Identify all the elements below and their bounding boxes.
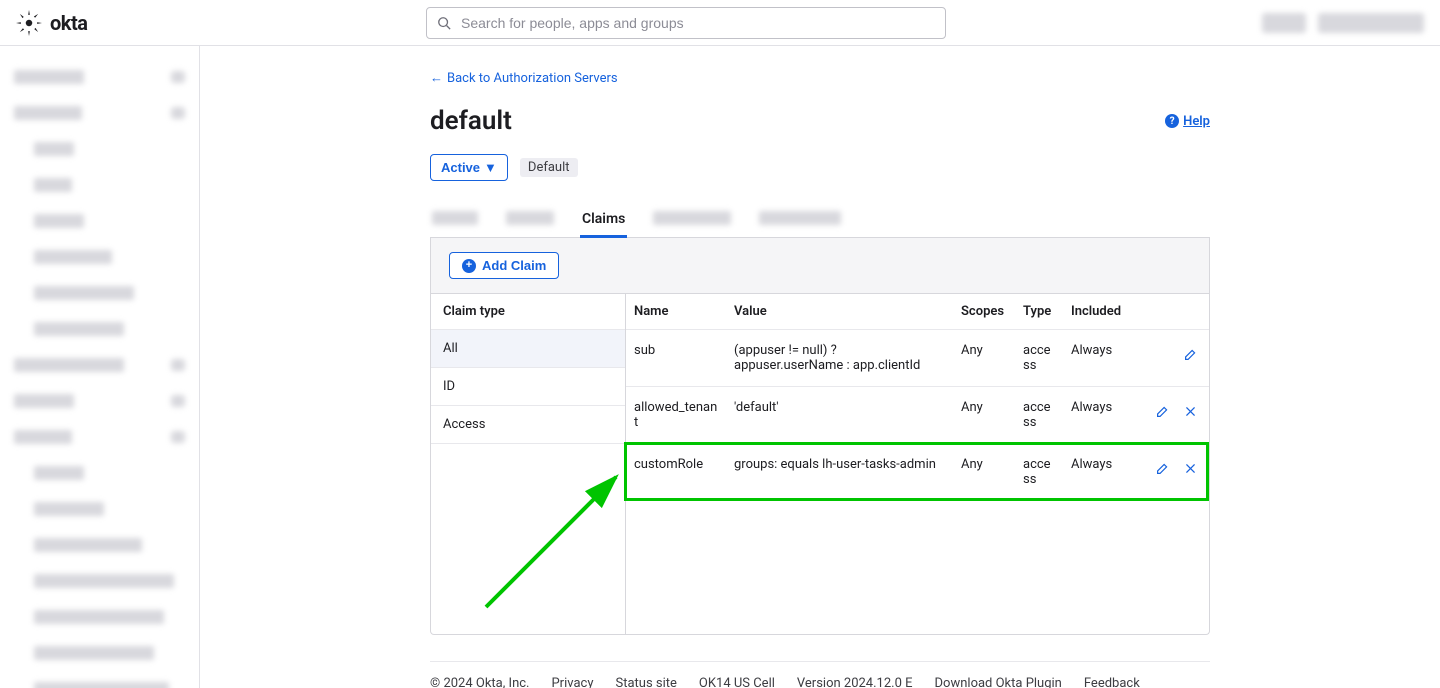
- footer: © 2024 Okta, Inc. Privacy Status site OK…: [430, 661, 1210, 688]
- claim-type-id[interactable]: ID: [431, 368, 625, 406]
- cell-included: Always: [1063, 444, 1135, 501]
- cell-scopes: Any: [953, 444, 1015, 501]
- topbar: okta: [0, 0, 1440, 46]
- cell-actions: [1135, 444, 1209, 501]
- page-title: default: [430, 106, 512, 136]
- tab-hidden-2[interactable]: xxxx: [504, 203, 556, 237]
- cell-value: groups: equals lh-user-tasks-admin: [726, 444, 953, 501]
- cell-type: access: [1015, 444, 1063, 501]
- footer-link[interactable]: Privacy: [551, 676, 593, 688]
- edit-icon[interactable]: [1179, 343, 1201, 365]
- claim-type-all[interactable]: All: [431, 330, 625, 368]
- okta-icon: [16, 10, 42, 36]
- tabs: xxxx xxxx Claims xxxxxxx xxxxxxxx: [430, 203, 1210, 238]
- table-row: sub(appuser != null) ? appuser.userName …: [626, 330, 1209, 387]
- sidebar[interactable]: [0, 46, 200, 688]
- col-scopes: Scopes: [953, 294, 1015, 330]
- col-type: Type: [1015, 294, 1063, 330]
- back-link[interactable]: ← Back to Authorization Servers: [430, 70, 618, 86]
- table-row: customRolegroups: equals lh-user-tasks-a…: [626, 444, 1209, 501]
- col-value: Value: [726, 294, 953, 330]
- back-link-label: Back to Authorization Servers: [447, 71, 618, 86]
- search-icon: [437, 16, 451, 30]
- help-icon: ?: [1165, 114, 1179, 128]
- cell-actions: [1135, 330, 1209, 387]
- claims-table: Name Value Scopes Type Included sub(appu…: [626, 294, 1209, 634]
- claim-type-header: Claim type: [431, 294, 625, 330]
- main-content: ← Back to Authorization Servers default …: [200, 46, 1440, 688]
- col-included: Included: [1063, 294, 1135, 330]
- tab-hidden-3[interactable]: xxxxxxx: [651, 203, 733, 237]
- tab-hidden-4[interactable]: xxxxxxxx: [757, 203, 843, 237]
- brand-logo[interactable]: okta: [16, 10, 426, 36]
- cell-actions: [1135, 387, 1209, 444]
- plus-icon: +: [462, 259, 476, 273]
- tab-claims-label: Claims: [582, 211, 625, 227]
- delete-icon[interactable]: [1179, 400, 1201, 422]
- cell-name: customRole: [626, 444, 726, 501]
- footer-link[interactable]: Feedback: [1084, 676, 1140, 688]
- cell-name: sub: [626, 330, 726, 387]
- table-row: allowed_tenant'default'AnyaccessAlways: [626, 387, 1209, 444]
- footer-link[interactable]: Download Okta Plugin: [935, 676, 1062, 688]
- cell-value: (appuser != null) ? appuser.userName : a…: [726, 330, 953, 387]
- user-area[interactable]: [1262, 13, 1424, 33]
- col-name: Name: [626, 294, 726, 330]
- status-dropdown[interactable]: Active ▼: [430, 154, 508, 181]
- cell-type: access: [1015, 387, 1063, 444]
- default-badge: Default: [520, 158, 578, 177]
- footer-link[interactable]: OK14 US Cell: [699, 676, 775, 688]
- cell-included: Always: [1063, 330, 1135, 387]
- global-search[interactable]: [426, 7, 946, 39]
- footer-link[interactable]: Version 2024.12.0 E: [797, 676, 913, 688]
- cell-scopes: Any: [953, 387, 1015, 444]
- claim-type-list: Claim type All ID Access: [431, 294, 626, 634]
- edit-icon[interactable]: [1151, 400, 1173, 422]
- arrow-left-icon: ←: [430, 70, 443, 86]
- claim-type-access[interactable]: Access: [431, 406, 625, 444]
- cell-type: access: [1015, 330, 1063, 387]
- cell-scopes: Any: [953, 330, 1015, 387]
- tab-claims[interactable]: Claims: [580, 203, 627, 237]
- cell-name: allowed_tenant: [626, 387, 726, 444]
- add-claim-label: Add Claim: [482, 258, 546, 273]
- add-claim-button[interactable]: + Add Claim: [449, 252, 559, 279]
- tab-hidden-1[interactable]: xxxx: [430, 203, 480, 237]
- edit-icon[interactable]: [1151, 457, 1173, 479]
- brand-text: okta: [50, 11, 87, 35]
- cell-value: 'default': [726, 387, 953, 444]
- cell-included: Always: [1063, 387, 1135, 444]
- search-input[interactable]: [459, 14, 935, 32]
- delete-icon[interactable]: [1179, 457, 1201, 479]
- help-link[interactable]: ? Help: [1165, 114, 1210, 129]
- footer-copyright: © 2024 Okta, Inc.: [430, 676, 529, 688]
- claims-panel: + Add Claim Claim type All ID Access: [430, 238, 1210, 635]
- chevron-down-icon: ▼: [484, 160, 497, 175]
- status-label: Active: [441, 160, 480, 175]
- help-label: Help: [1183, 114, 1210, 129]
- footer-link[interactable]: Status site: [615, 676, 676, 688]
